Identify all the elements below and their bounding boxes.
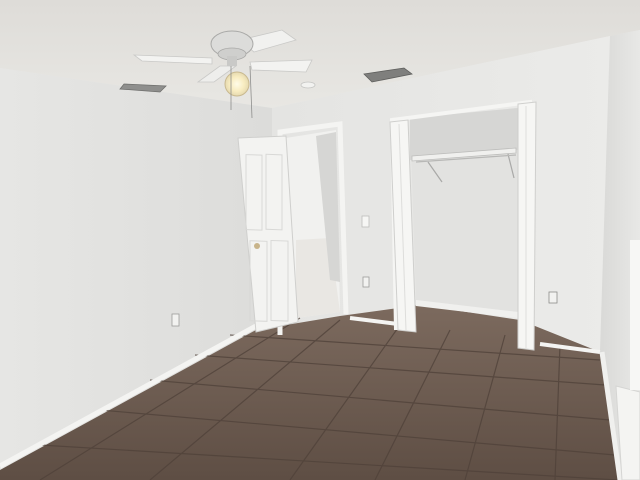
outlet-right-section	[548, 291, 558, 304]
outlet-back-wall	[362, 276, 370, 288]
closet-door-right	[517, 101, 537, 351]
window-edge	[630, 240, 640, 390]
light-switch	[361, 215, 370, 228]
fan-bulb	[224, 71, 250, 97]
door-knob	[254, 243, 260, 249]
fan-blade-right	[249, 59, 313, 73]
bedroom-photo	[0, 0, 640, 480]
outlet-left-wall	[171, 313, 180, 327]
scene-svg	[0, 0, 640, 480]
smoke-detector	[300, 81, 316, 89]
